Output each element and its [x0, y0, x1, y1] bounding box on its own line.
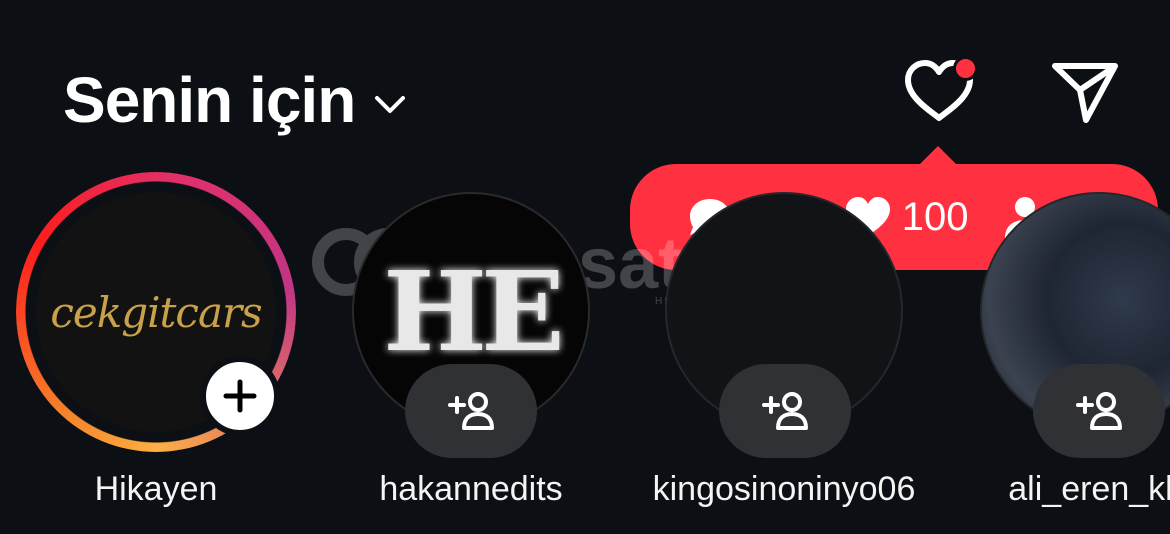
story-username: ali_eren_klc: [1008, 470, 1170, 508]
follow-button[interactable]: [719, 364, 851, 458]
page-title: Senin için: [63, 64, 356, 136]
paper-plane-icon[interactable]: [1050, 60, 1120, 124]
notification-pointer: [918, 146, 958, 166]
likes-count-value: 100: [901, 194, 969, 239]
avatar-logo-text: cekgitcars: [50, 287, 262, 337]
notification-dot: [953, 56, 978, 81]
follow-button[interactable]: [405, 364, 537, 458]
story-username: Hikayen: [94, 470, 218, 508]
chevron-down-icon: [375, 96, 406, 113]
person-add-icon: [1076, 392, 1122, 430]
story-username: kingosinoninyo06: [652, 470, 916, 508]
follow-button[interactable]: [1033, 364, 1165, 458]
story-username: hakannedits: [379, 470, 563, 508]
person-add-icon: [762, 392, 808, 430]
person-add-icon: [448, 392, 494, 430]
avatar-logo-text: HE: [383, 246, 565, 376]
add-story-button[interactable]: [200, 356, 280, 436]
plus-icon: [223, 379, 257, 413]
feed-selector[interactable]: Senin için: [63, 68, 407, 132]
